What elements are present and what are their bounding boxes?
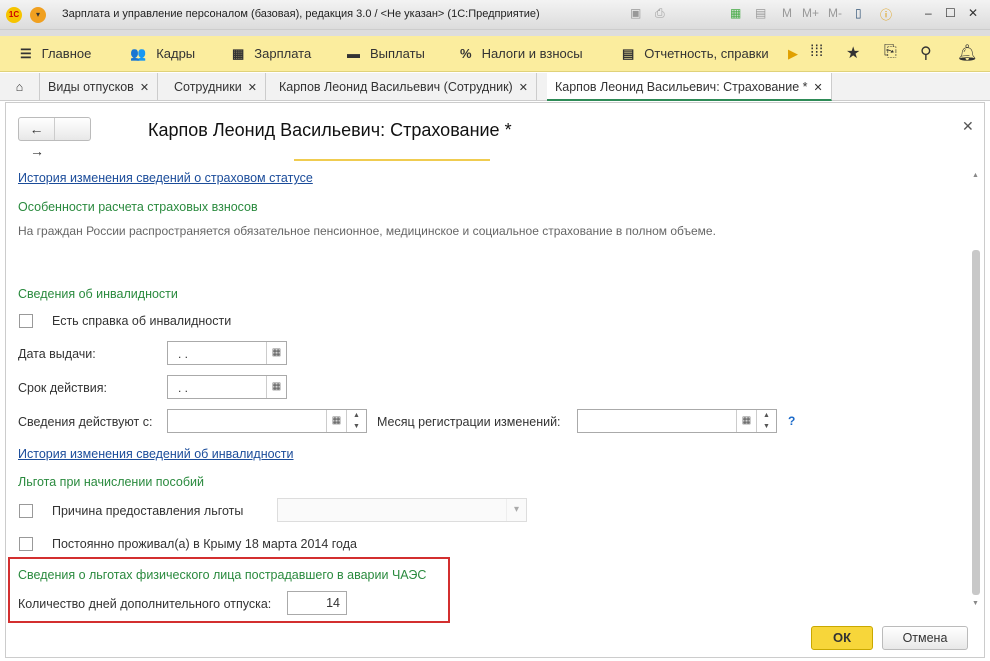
crimea-checkbox[interactable] [19,537,33,551]
forward-button[interactable]: → [19,140,55,162]
reports-icon: ▤ [622,46,635,61]
insurance-history-link[interactable]: История изменения сведений о страховом с… [18,171,313,185]
close-tab-icon[interactable]: ✕ [248,82,257,94]
menu-taxes[interactable]: % Налоги и взносы [460,46,583,61]
ok-button[interactable]: ОК [811,626,873,650]
home-icon[interactable]: ⌂ [0,73,40,101]
reg-month-label: Месяц регистрации изменений: [377,415,561,429]
info-icon[interactable]: ⓘ [880,6,892,23]
spin-buttons[interactable]: ▲ ▼ [346,410,366,432]
maximize-icon[interactable]: ☐ [945,6,956,20]
tab-vacation-types[interactable]: Виды отпусков ✕ [40,73,159,101]
calculator-icon[interactable]: ▦ [730,6,741,20]
scrollbar-thumb[interactable] [972,250,980,595]
benefit-reason-select[interactable]: ▾ [277,498,527,522]
wallet-icon: ▬ [347,46,360,61]
calendar-icon[interactable]: ▦ [266,342,286,364]
calendar-icon[interactable]: ▤ [755,6,766,20]
spin-buttons[interactable]: ▲ ▼ [756,410,776,432]
cancel-button[interactable]: Отмена [882,626,968,650]
menu-payments[interactable]: ▬ Выплаты [347,46,425,61]
benefit-header: Льгота при начислении пособий [18,475,204,489]
extra-days-label: Количество дней дополнительного отпуска: [18,597,272,611]
close-tab-icon[interactable]: ✕ [813,82,822,94]
people-icon: 👥 [130,46,147,61]
nav-buttons: ←→ [18,117,91,159]
chernobyl-header: Сведения о льготах физического лица пост… [18,568,427,582]
crimea-label: Постоянно проживал(а) в Крыму 18 марта 2… [52,537,357,551]
scroll-up-icon[interactable]: ▲ [972,172,979,179]
percent-icon: % [460,46,472,61]
close-window-icon[interactable]: ✕ [968,6,978,20]
close-form-icon[interactable]: ✕ [962,118,974,135]
reg-month-input[interactable]: ▦ ▲ ▼ [577,409,777,433]
more-arrow-icon[interactable]: ▶ [788,46,798,62]
validity-input[interactable]: . . ▦ [167,375,287,399]
minimize-icon[interactable]: – [925,6,932,20]
has-certificate-label: Есть справка об инвалидности [52,314,232,328]
save-icon[interactable]: ▣ [630,6,641,20]
close-tab-icon[interactable]: ✕ [519,82,528,94]
memory-plus-button[interactable]: M+ [802,6,819,20]
disability-history-link[interactable]: История изменения сведений об инвалиднос… [18,447,294,461]
close-tab-icon[interactable]: ✕ [140,82,149,94]
title-underline [294,159,490,161]
page-title: Карпов Леонид Васильевич: Страхование * [148,120,512,140]
main-menu-icon[interactable]: ▾ [30,7,46,23]
calendar-icon[interactable]: ▦ [326,410,346,432]
scroll-down-icon[interactable]: ▼ [972,600,979,607]
section-menu: ☰ Главное 👥 Кадры ▦ Зарплата ▬ Выплаты % Нало… [0,36,990,72]
tab-employee-card[interactable]: Карпов Леонид Васильевич (Сотрудник) ✕ [271,73,537,101]
benefit-reason-label: Причина предоставления льготы [52,504,244,518]
tab-insurance[interactable]: Карпов Леонид Васильевич: Страхование * ✕ [547,73,832,101]
tab-bar: ⌂ Виды отпусков ✕ Сотрудники ✕ Карпов Леон… [0,73,990,101]
validity-label: Срок действия: [18,381,107,395]
tab-employees[interactable]: Сотрудники ✕ [166,73,266,101]
issue-date-input[interactable]: . . ▦ [167,341,287,365]
print-icon[interactable]: ⎙ [655,6,665,21]
notifications-icon[interactable]: 🔔︎ [957,43,977,63]
extra-days-input[interactable]: 14 [287,591,347,615]
benefit-reason-checkbox[interactable] [19,504,33,518]
title-bar: 1С ▾ Зарплата и управление персоналом (б… [0,0,990,30]
menu-main[interactable]: ☰ Главное [20,46,91,62]
memory-m-button[interactable]: M [782,6,792,20]
calendar-icon[interactable]: ▦ [736,410,756,432]
chevron-down-icon[interactable]: ▾ [506,499,526,521]
menu-reports[interactable]: ▤ Отчетность, справки [622,46,769,62]
back-button[interactable]: ← [19,118,55,140]
has-certificate-checkbox[interactable] [19,314,33,328]
effective-from-input[interactable]: ▦ ▲ ▼ [167,409,367,433]
favorites-icon[interactable]: ★ [846,43,860,63]
menu-icon: ☰ [20,46,32,61]
disability-header: Сведения об инвалидности [18,287,178,301]
calendar-icon[interactable]: ▦ [266,376,286,398]
history-icon[interactable]: ⎘ [884,43,897,61]
menu-hr[interactable]: 👥 Кадры [130,46,195,62]
highlight-frame [8,557,450,623]
search-icon[interactable]: ⚲ [920,43,932,63]
memory-minus-button[interactable]: M- [828,6,842,20]
window-title: Зарплата и управление персоналом (базова… [62,8,540,20]
contrib-text: На граждан России распространяется обяза… [18,224,716,238]
menu-salary[interactable]: ▦ Зарплата [232,46,311,62]
help-icon[interactable]: ? [788,414,795,428]
effective-from-label: Сведения действуют с: [18,415,153,429]
issue-date-label: Дата выдачи: [18,347,96,361]
contrib-header: Особенности расчета страховых взносов [18,200,258,214]
calculator-icon: ▦ [232,46,245,61]
panel-icon[interactable]: ▯ [855,6,862,20]
app-logo-icon: 1С [6,7,22,23]
all-functions-icon[interactable]: ⁞⁞⁞ [810,43,823,61]
